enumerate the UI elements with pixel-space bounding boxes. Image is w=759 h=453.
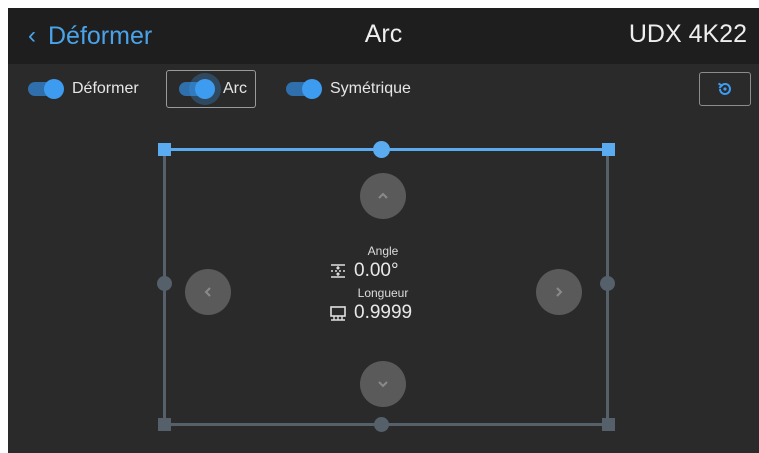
length-label: Longueur [357,286,409,300]
right-edge [606,156,609,426]
angle-icon [331,264,345,278]
length-icon [330,306,346,321]
arc-readout: Angle 0.00° Longueur 0.9999 [328,244,438,324]
arrow-up-button[interactable] [360,173,406,219]
arrow-down-button[interactable] [360,361,406,407]
chevron-up-icon [378,192,388,199]
arrow-right-button[interactable] [536,269,582,315]
left-edge [163,156,166,426]
corner-handle-top-right[interactable] [602,143,615,156]
length-value: 0.9999 [354,302,413,323]
corner-handle-top-left[interactable] [158,143,171,156]
corner-handle-bottom-right[interactable] [602,418,615,431]
chevron-right-icon [556,287,563,297]
chevron-left-icon [204,287,211,297]
angle-value: 0.00° [354,260,399,281]
midpoint-handle-left[interactable] [157,276,172,291]
chevron-down-icon [378,381,388,388]
corner-handle-bottom-left[interactable] [158,418,171,431]
midpoint-handle-top[interactable] [373,141,390,158]
midpoint-handle-bottom[interactable] [374,417,389,432]
midpoint-handle-right[interactable] [600,276,615,291]
arrow-left-button[interactable] [185,269,231,315]
app-window: ‹ Déformer Arc UDX 4K22 Déformer Arc Sym… [8,8,759,453]
angle-label: Angle [367,244,399,258]
arc-editor-canvas: Angle 0.00° Longueur 0.9999 [8,8,759,453]
